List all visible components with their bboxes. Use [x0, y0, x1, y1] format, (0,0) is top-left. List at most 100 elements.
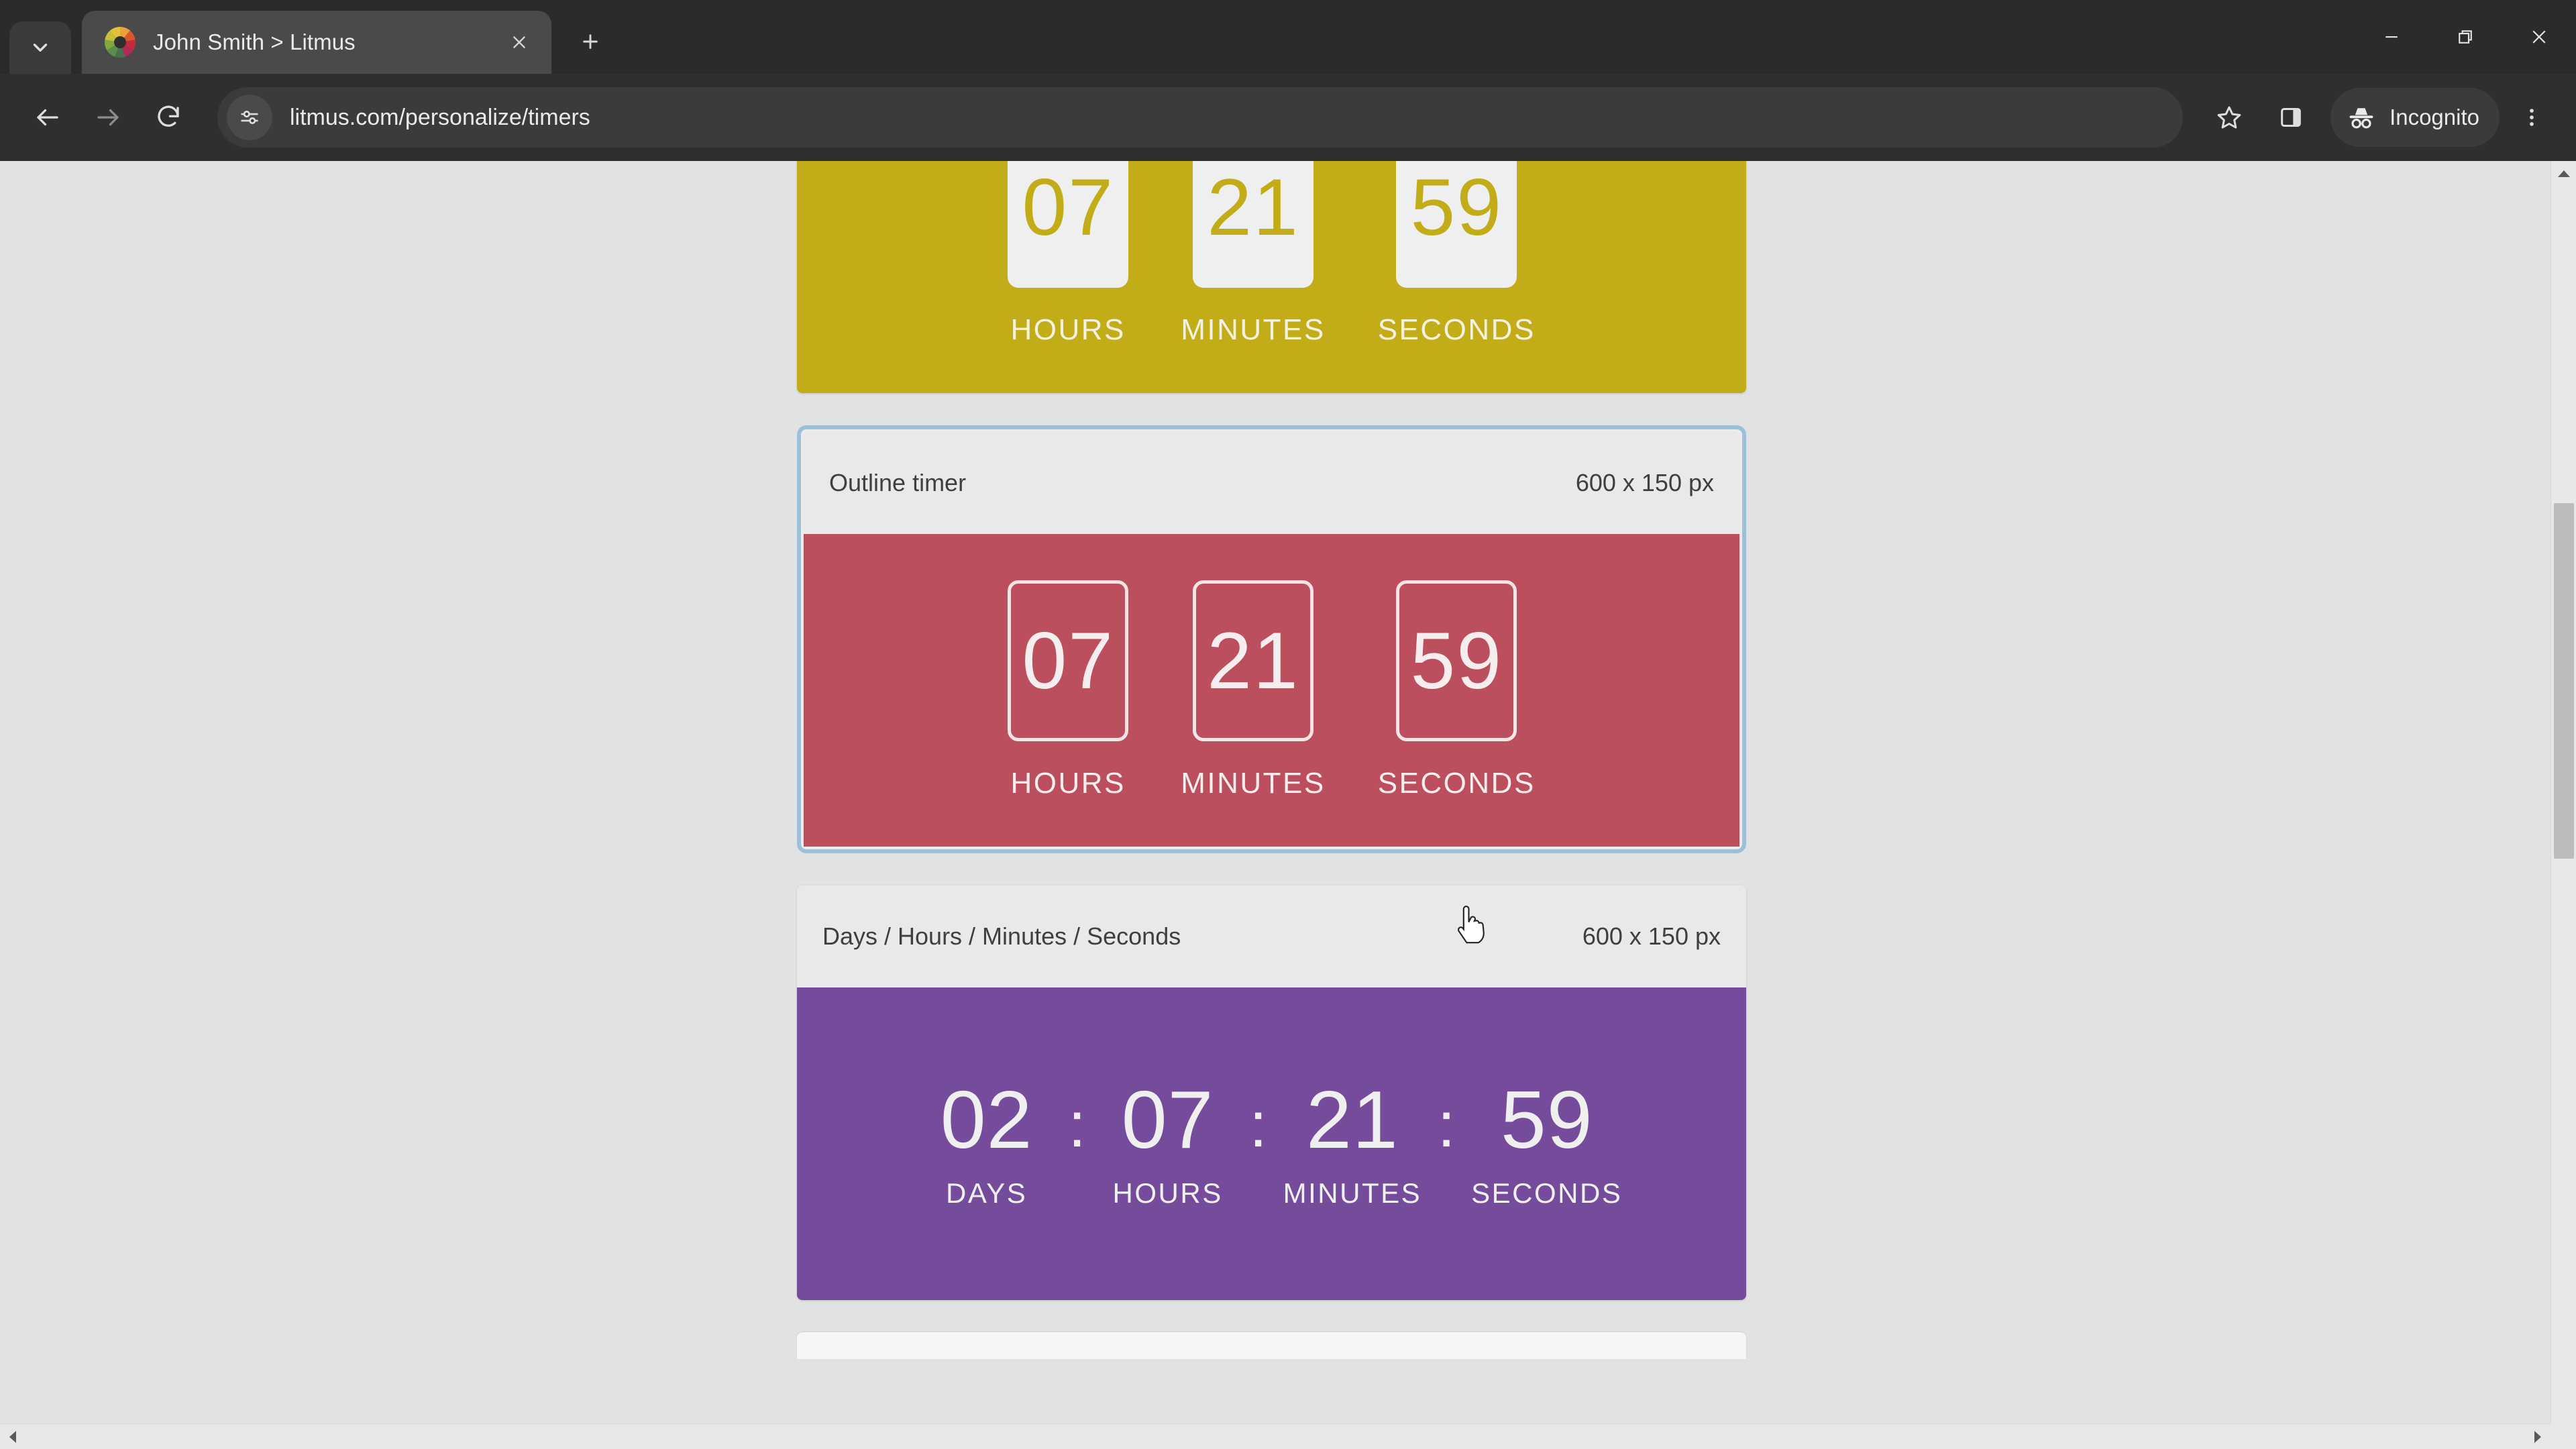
timer-card-gold[interactable]: 07 HOURS 21 MINUTES 59 SECONDS: [797, 161, 1746, 393]
digit-label: MINUTES: [1181, 767, 1326, 800]
digit-value: 21: [1192, 580, 1313, 741]
timer-card-title: Outline timer: [829, 469, 967, 496]
close-icon: [2532, 30, 2546, 44]
digit-value: 59: [1500, 1073, 1593, 1165]
restore-icon: [2459, 30, 2472, 44]
scroll-right-arrow-icon: [2534, 1431, 2541, 1443]
incognito-label: Incognito: [2390, 105, 2479, 129]
side-panel-icon: [2281, 108, 2301, 127]
tab-search-button[interactable]: [9, 21, 71, 74]
timer-card-dimensions: 600 x 150 px: [1582, 922, 1721, 950]
digit-value: 59: [1396, 161, 1517, 288]
digit-row: 07 HOURS 21 MINUTES 59 SECONDS: [1008, 580, 1536, 800]
digit-unit-hours: 07 HOURS: [1008, 580, 1129, 800]
timer-card-outline[interactable]: Outline timer 600 x 150 px 07 HOURS 21 M…: [797, 425, 1746, 853]
digit-label: HOURS: [1112, 1177, 1223, 1210]
digit-value: 07: [1121, 1073, 1214, 1165]
tab-strip: John Smith > Litmus: [0, 0, 2576, 74]
plus-icon: [583, 34, 598, 49]
browser-menu-button[interactable]: [2505, 89, 2559, 146]
digit-value: 59: [1396, 580, 1517, 741]
digit-separator: :: [1437, 1088, 1456, 1161]
digit-value: 07: [1008, 161, 1129, 288]
digit-label: MINUTES: [1181, 313, 1326, 346]
timer-preview-dhms: 02 DAYS : 07 HOURS : 21 MINUTES: 59 SEC…: [797, 987, 1746, 1300]
digit-label: DAYS: [946, 1177, 1028, 1210]
digit-label: SECONDS: [1377, 767, 1536, 800]
timer-card-header: Days / Hours / Minutes / Seconds 600 x 1…: [797, 885, 1746, 987]
timer-card-title: Days / Hours / Minutes / Seconds: [822, 922, 1181, 950]
vertical-scrollbar-thumb[interactable]: [2554, 503, 2574, 859]
reload-button[interactable]: [138, 87, 199, 148]
back-button[interactable]: [17, 87, 78, 148]
forward-button[interactable]: [78, 87, 138, 148]
address-bar[interactable]: litmus.com/personalize/timers: [217, 87, 2184, 148]
digit-unit-minutes: 21 MINUTES: [1181, 580, 1326, 800]
scrollbar-corner: [2551, 1424, 2576, 1449]
minimize-icon: [2385, 36, 2398, 38]
digit-label: HOURS: [1010, 767, 1126, 800]
scroll-up-arrow-icon: [2558, 170, 2570, 177]
digit-separator: :: [1068, 1088, 1086, 1161]
timer-card-header: Outline timer 600 x 150 px: [804, 432, 1739, 534]
digit-value: 21: [1306, 1073, 1399, 1165]
timer-card-next-partial[interactable]: [797, 1332, 1746, 1359]
digit-unit-minutes: 21 MINUTES: [1181, 161, 1326, 347]
chevron-down-icon: [33, 44, 48, 52]
browser-toolbar: litmus.com/personalize/timers Incognito: [0, 74, 2576, 161]
incognito-indicator[interactable]: Incognito: [2330, 88, 2500, 147]
bookmark-button[interactable]: [2200, 89, 2258, 146]
scroll-right-arrow-button[interactable]: [2525, 1424, 2551, 1449]
digit-label: HOURS: [1010, 313, 1126, 346]
digit-unit-hours: 07 HOURS: [1102, 1073, 1234, 1210]
timer-card-dhms[interactable]: Days / Hours / Minutes / Seconds 600 x 1…: [797, 885, 1746, 1300]
tune-icon: [241, 111, 258, 124]
digit-unit-seconds: 59 SECONDS: [1378, 161, 1536, 347]
minimize-button[interactable]: [2355, 0, 2428, 74]
site-settings-button[interactable]: [227, 95, 272, 140]
timer-preview-outline: 07 HOURS 21 MINUTES 59 SECONDS: [804, 534, 1739, 847]
incognito-icon: [2349, 108, 2373, 129]
digit-unit-hours: 07 HOURS: [1008, 161, 1129, 347]
new-tab-button[interactable]: [569, 20, 612, 63]
side-panel-button[interactable]: [2262, 89, 2320, 146]
digit-value: 02: [940, 1073, 1033, 1165]
vertical-scrollbar[interactable]: [2551, 161, 2576, 1449]
scroll-left-arrow-icon: [9, 1431, 16, 1443]
three-dots-vertical-icon: [2530, 109, 2534, 126]
timer-preview-gold: 07 HOURS 21 MINUTES 59 SECONDS: [797, 161, 1746, 393]
arrow-right-icon: [97, 109, 119, 126]
digit-value: 07: [1008, 580, 1129, 741]
horizontal-scrollbar[interactable]: [0, 1424, 2551, 1449]
tab-close-button[interactable]: [502, 25, 537, 60]
digit-unit-seconds: 59 SECONDS: [1378, 580, 1536, 800]
page-content: 07 HOURS 21 MINUTES 59 SECONDS Outline t…: [0, 161, 2551, 1449]
tab-title: John Smith > Litmus: [153, 30, 356, 54]
litmus-logo-icon: [105, 27, 136, 58]
browser-tab[interactable]: John Smith > Litmus: [82, 11, 551, 74]
page-viewport: 07 HOURS 21 MINUTES 59 SECONDS Outline t…: [0, 161, 2576, 1449]
digit-row: 07 HOURS 21 MINUTES 59 SECONDS: [1008, 161, 1536, 347]
digit-label: SECONDS: [1471, 1177, 1623, 1210]
digit-value: 21: [1192, 161, 1313, 288]
scroll-up-arrow-button[interactable]: [2551, 161, 2576, 186]
timer-list: 07 HOURS 21 MINUTES 59 SECONDS Outline t…: [797, 161, 1746, 1359]
digit-unit-minutes: 21 MINUTES: [1283, 1073, 1422, 1210]
digit-unit-seconds: 59 SECONDS: [1471, 1073, 1623, 1210]
digit-label: SECONDS: [1377, 313, 1536, 346]
star-icon: [2217, 106, 2241, 129]
close-icon: [513, 36, 525, 48]
digit-separator: :: [1249, 1088, 1267, 1161]
scroll-left-arrow-button[interactable]: [0, 1424, 25, 1449]
browser-window: John Smith > Litmus litmus.com/personali…: [0, 0, 2576, 1449]
reload-icon: [158, 105, 179, 127]
arrow-left-icon: [37, 109, 58, 126]
maximize-button[interactable]: [2428, 0, 2502, 74]
digit-unit-days: 02 DAYS: [921, 1073, 1053, 1210]
window-controls: [2355, 0, 2576, 74]
digit-label: MINUTES: [1283, 1177, 1422, 1210]
close-window-button[interactable]: [2502, 0, 2576, 74]
timer-card-dimensions: 600 x 150 px: [1575, 469, 1714, 496]
inline-digit-row: 02 DAYS : 07 HOURS : 21 MINUTES: 59 SEC…: [921, 1073, 1623, 1210]
url-text: litmus.com/personalize/timers: [290, 104, 590, 130]
